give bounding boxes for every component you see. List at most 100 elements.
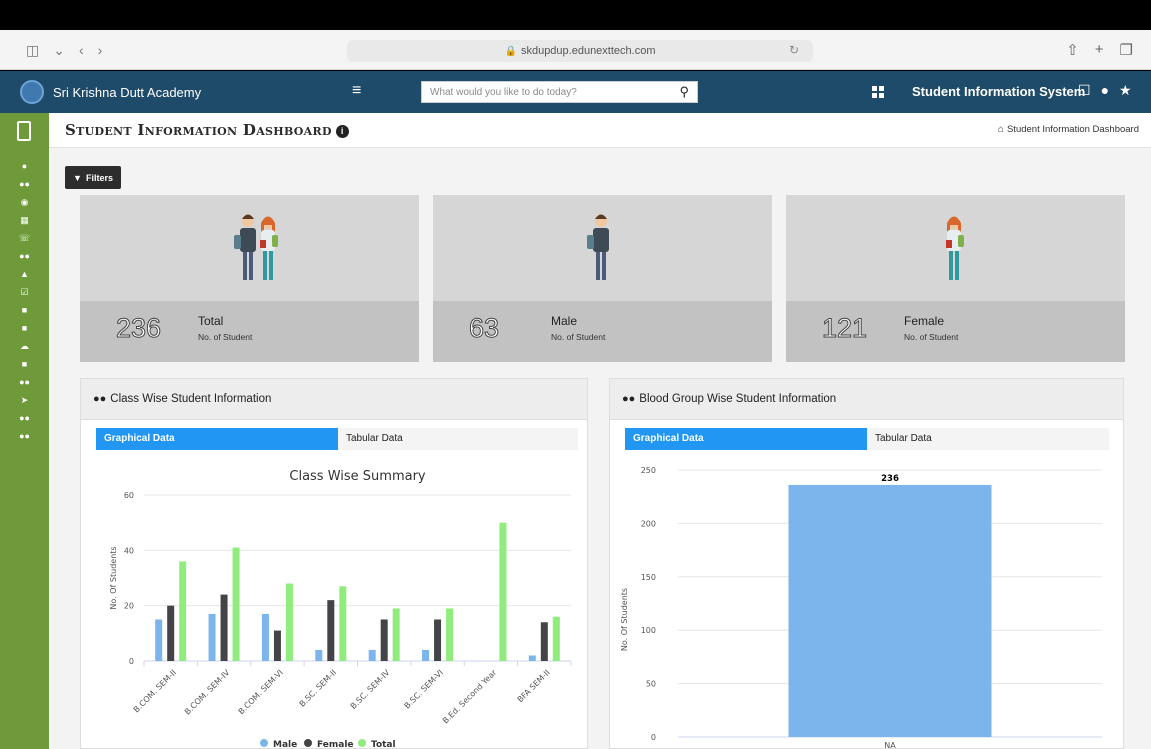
female-student-illustration bbox=[946, 216, 964, 280]
bar-female bbox=[220, 594, 228, 661]
y-tick-label: 0 bbox=[651, 733, 656, 742]
star-icon[interactable]: ★ bbox=[1119, 82, 1132, 99]
sidebar-item-check-icon[interactable]: ☑ bbox=[0, 283, 49, 301]
class-wise-card: ●● Class Wise Student Information Graphic… bbox=[80, 378, 588, 749]
x-tick-label: B.COM. SEM-II bbox=[132, 668, 178, 714]
sidebar-item-calendar-icon[interactable]: ▦ bbox=[0, 211, 49, 229]
sidebar-item-staff-icon[interactable]: ●● bbox=[0, 373, 49, 391]
new-tab-icon[interactable]: + bbox=[1095, 41, 1104, 59]
breadcrumb[interactable]: ⌂ Student Information Dashboard bbox=[998, 124, 1139, 135]
app-header: Sri Krishna Dutt Academy ≡ ⚲ Student Inf… bbox=[0, 71, 1151, 113]
stat-sublabel: No. of Student bbox=[904, 332, 959, 342]
x-tick-label: B.SC. SEM-II bbox=[298, 668, 339, 709]
sidebar-toggle-icon[interactable]: ◫ bbox=[26, 42, 39, 59]
sidebar-item-phone-icon[interactable]: ☏ bbox=[0, 229, 49, 247]
stat-value: 236 bbox=[115, 313, 162, 344]
y-tick-label: 20 bbox=[124, 602, 134, 611]
x-tick-label: B.SC. SEM-VI bbox=[402, 668, 444, 710]
back-icon[interactable]: ‹ bbox=[79, 42, 84, 59]
sidebar-item-file-icon[interactable]: ■ bbox=[0, 355, 49, 373]
page-title-bar: Student Information Dashboard i ⌂ Student … bbox=[49, 113, 1151, 148]
bar-male bbox=[368, 649, 376, 661]
bar-female bbox=[167, 605, 175, 661]
user-icon[interactable]: ● bbox=[1101, 82, 1109, 99]
bar-male bbox=[528, 655, 536, 661]
address-bar[interactable]: 🔒 skdupdup.edunexttech.com ↻ bbox=[347, 40, 813, 62]
stat-value: 121 bbox=[821, 313, 868, 344]
search-icon[interactable]: ⚲ bbox=[679, 84, 689, 100]
sidebar-item-user-icon[interactable]: ● bbox=[0, 157, 49, 175]
male-student-illustration bbox=[587, 214, 609, 280]
filter-icon: ▼ bbox=[73, 172, 82, 183]
info-icon[interactable]: i bbox=[335, 125, 349, 138]
home-icon[interactable]: ⌂ bbox=[998, 124, 1004, 135]
reload-icon[interactable]: ↻ bbox=[789, 43, 799, 57]
sidebar-item-group-icon[interactable]: ●● bbox=[0, 247, 49, 265]
legend-label: Total bbox=[371, 740, 396, 749]
bar-male bbox=[155, 619, 163, 661]
x-tick-label: B.COM. SEM-IV bbox=[183, 668, 232, 717]
y-tick-label: 250 bbox=[641, 466, 656, 475]
bar-total bbox=[285, 583, 293, 661]
bar-male bbox=[422, 649, 430, 661]
bar-male bbox=[261, 613, 269, 661]
menu-icon[interactable]: ≡ bbox=[352, 82, 361, 100]
legend-label: Female bbox=[317, 740, 354, 749]
sidebar-item-parents-icon[interactable]: ●● bbox=[0, 409, 49, 427]
y-axis-label: No. Of Students bbox=[109, 546, 118, 609]
chevron-down-icon[interactable]: ⌄ bbox=[53, 42, 65, 59]
sidebar-item-users-icon[interactable]: ●● bbox=[0, 175, 49, 193]
stat-value: 63 bbox=[468, 313, 500, 344]
filters-button[interactable]: ▼ Filters bbox=[65, 166, 121, 189]
forward-icon[interactable]: › bbox=[98, 42, 103, 59]
chart-title: Class Wise Summary bbox=[289, 469, 426, 484]
sidebar-item-dashboard-icon[interactable]: ◉ bbox=[0, 193, 49, 211]
bar-female bbox=[327, 600, 335, 661]
search-input[interactable] bbox=[422, 82, 662, 102]
y-tick-label: 200 bbox=[641, 519, 656, 528]
bar-total bbox=[232, 547, 240, 661]
students-illustration bbox=[234, 214, 278, 280]
sidebar-item-cloud-icon[interactable]: ☁ bbox=[0, 337, 49, 355]
blood-group-card: ●● Blood Group Wise Student Information G… bbox=[609, 378, 1124, 749]
bar-total bbox=[552, 616, 560, 661]
sidebar-item-document-icon[interactable]: ■ bbox=[0, 301, 49, 319]
stat-label: Male bbox=[551, 314, 578, 328]
main-content: Student Information Dashboard i ⌂ Student … bbox=[49, 113, 1151, 749]
school-logo[interactable] bbox=[20, 80, 44, 104]
sidebar-item-alumni-icon[interactable]: ●● bbox=[0, 427, 49, 445]
x-tick-label: NA bbox=[884, 741, 896, 749]
x-tick-label: B.SC. SEM-IV bbox=[349, 668, 392, 711]
legend-marker bbox=[304, 739, 312, 747]
bar-female bbox=[434, 619, 442, 661]
sidebar: ● ●● ◉ ▦ ☏ ●● ▲ ☑ ■ ■ ☁ ■ ●● ➤ ●● ●● bbox=[0, 113, 49, 749]
sidebar-item-report-icon[interactable]: ■ bbox=[0, 319, 49, 337]
stat-card-total: 236 Total No. of Student bbox=[80, 195, 419, 362]
apps-grid-icon[interactable] bbox=[872, 86, 884, 98]
filters-label: Filters bbox=[85, 172, 113, 183]
bookmark-icon[interactable]: ☐ bbox=[1078, 82, 1091, 99]
x-tick-label: B.Ed. Second Year bbox=[441, 668, 499, 726]
stat-card-male: 63 Male No. of Student bbox=[433, 195, 772, 362]
sidebar-item-send-icon[interactable]: ➤ bbox=[0, 391, 49, 409]
y-tick-label: 100 bbox=[641, 626, 656, 635]
sidebar-logo-icon[interactable] bbox=[17, 121, 31, 141]
legend-label: Male bbox=[273, 740, 297, 749]
search-box[interactable]: ⚲ bbox=[421, 81, 698, 103]
bar-total bbox=[179, 561, 187, 661]
bar-female bbox=[273, 630, 281, 661]
stat-card-female: 121 Female No. of Student bbox=[786, 195, 1125, 362]
stat-label: Total bbox=[198, 314, 224, 328]
share-icon[interactable]: ⇧ bbox=[1066, 41, 1079, 59]
bar-total bbox=[392, 608, 400, 661]
system-title[interactable]: Student Information System bbox=[912, 84, 1085, 99]
y-tick-label: 0 bbox=[129, 657, 134, 666]
sidebar-item-trophy-icon[interactable]: ▲ bbox=[0, 265, 49, 283]
breadcrumb-label[interactable]: Student Information Dashboard bbox=[1007, 124, 1139, 135]
stat-sublabel: No. of Student bbox=[551, 332, 606, 342]
bar-total bbox=[339, 586, 347, 661]
tabs-overview-icon[interactable]: ❐ bbox=[1120, 41, 1133, 59]
stat-sublabel: No. of Student bbox=[198, 332, 253, 342]
bar-male bbox=[208, 613, 216, 661]
school-name[interactable]: Sri Krishna Dutt Academy bbox=[53, 85, 201, 100]
